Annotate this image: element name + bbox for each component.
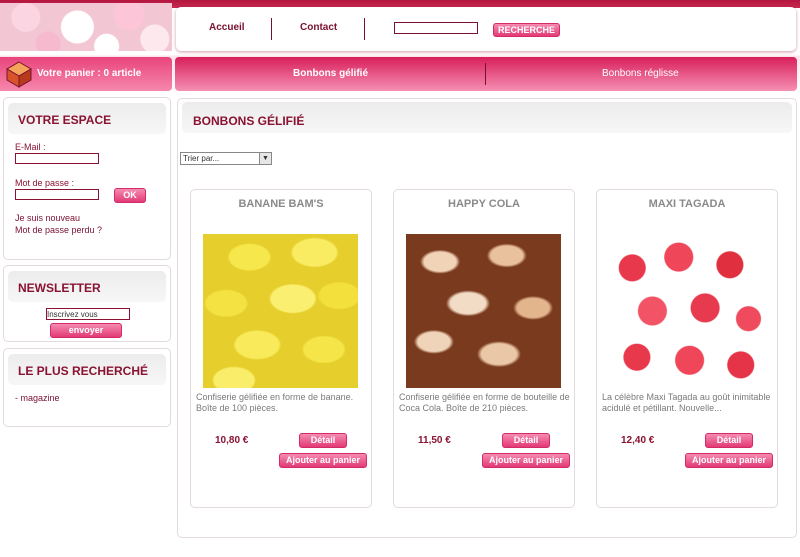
logo-image[interactable]	[0, 3, 172, 51]
add-to-cart-button[interactable]: Ajouter au panier	[482, 453, 570, 468]
product-card: HAPPY COLA Confiserie gélifiée en forme …	[393, 189, 575, 508]
product-price: 10,80 €	[215, 435, 249, 446]
product-image[interactable]	[406, 234, 561, 388]
new-user-link[interactable]: Je suis nouveau	[15, 213, 80, 223]
newsletter-input[interactable]	[46, 308, 130, 320]
product-card: MAXI TAGADA La célèbre Maxi Tagada au go…	[596, 189, 778, 508]
product-description: La célèbre Maxi Tagada au goût inimitabl…	[602, 392, 771, 413]
account-title: VOTRE ESPACE	[8, 103, 166, 134]
product-name[interactable]: HAPPY COLA	[394, 198, 574, 210]
email-label: E-Mail :	[15, 142, 46, 152]
top-navigation: Accueil Contact RECHERCHE	[176, 7, 796, 51]
nav-contact[interactable]: Contact	[300, 22, 337, 33]
account-box: VOTRE ESPACE E-Mail : Mot de passe : OK …	[3, 97, 171, 260]
page-title: BONBONS GÉLIFIÉ	[182, 102, 792, 133]
chevron-down-icon: ▼	[259, 153, 271, 164]
detail-button[interactable]: Détail	[502, 433, 550, 448]
product-description: Confiserie gélifiée en forme de banane. …	[196, 392, 354, 413]
product-price: 12,40 €	[621, 435, 655, 446]
category-bar: Bonbons gélifié Bonbons réglisse	[175, 57, 797, 91]
cart-summary: Votre panier : 0 article	[37, 68, 142, 79]
add-to-cart-button[interactable]: Ajouter au panier	[279, 453, 367, 468]
nav-separator	[271, 18, 272, 40]
detail-button[interactable]: Détail	[299, 433, 347, 448]
cart-bar[interactable]: Votre panier : 0 article	[0, 57, 172, 91]
main-content: BONBONS GÉLIFIÉ Trier par... ▼ BANANE BA…	[177, 98, 797, 538]
password-field[interactable]	[15, 189, 99, 200]
nav-accueil[interactable]: Accueil	[209, 22, 245, 33]
product-name[interactable]: MAXI TAGADA	[597, 198, 777, 210]
category-separator	[485, 63, 486, 85]
lost-password-link[interactable]: Mot de passe perdu ?	[15, 225, 102, 235]
popular-box: LE PLUS RECHERCHÉ - magazine	[3, 348, 171, 427]
nav-separator	[364, 18, 365, 40]
popular-item[interactable]: - magazine	[15, 393, 60, 403]
product-image[interactable]	[203, 234, 358, 388]
newsletter-send-button[interactable]: envoyer	[50, 323, 122, 338]
password-label: Mot de passe :	[15, 178, 75, 188]
product-card: BANANE BAM'S Confiserie gélifiée en form…	[190, 189, 372, 508]
search-input[interactable]	[394, 22, 478, 34]
product-price: 11,50 €	[418, 435, 451, 446]
sort-select[interactable]: Trier par... ▼	[180, 152, 272, 165]
search-button[interactable]: RECHERCHE	[493, 23, 560, 37]
product-description: Confiserie gélifiée en forme de bouteill…	[399, 392, 570, 413]
newsletter-box: NEWSLETTER envoyer	[3, 265, 171, 342]
detail-button[interactable]: Détail	[705, 433, 753, 448]
newsletter-title: NEWSLETTER	[8, 271, 166, 302]
cart-box-icon	[6, 61, 32, 88]
sort-value: Trier par...	[183, 154, 220, 163]
product-name[interactable]: BANANE BAM'S	[191, 198, 371, 210]
add-to-cart-button[interactable]: Ajouter au panier	[685, 453, 773, 468]
email-field[interactable]	[15, 153, 99, 164]
category-reglisse[interactable]: Bonbons réglisse	[602, 68, 679, 79]
login-ok-button[interactable]: OK	[114, 188, 146, 203]
product-image[interactable]	[609, 234, 764, 388]
popular-title: LE PLUS RECHERCHÉ	[8, 354, 166, 385]
category-gelifie[interactable]: Bonbons gélifié	[293, 68, 368, 79]
